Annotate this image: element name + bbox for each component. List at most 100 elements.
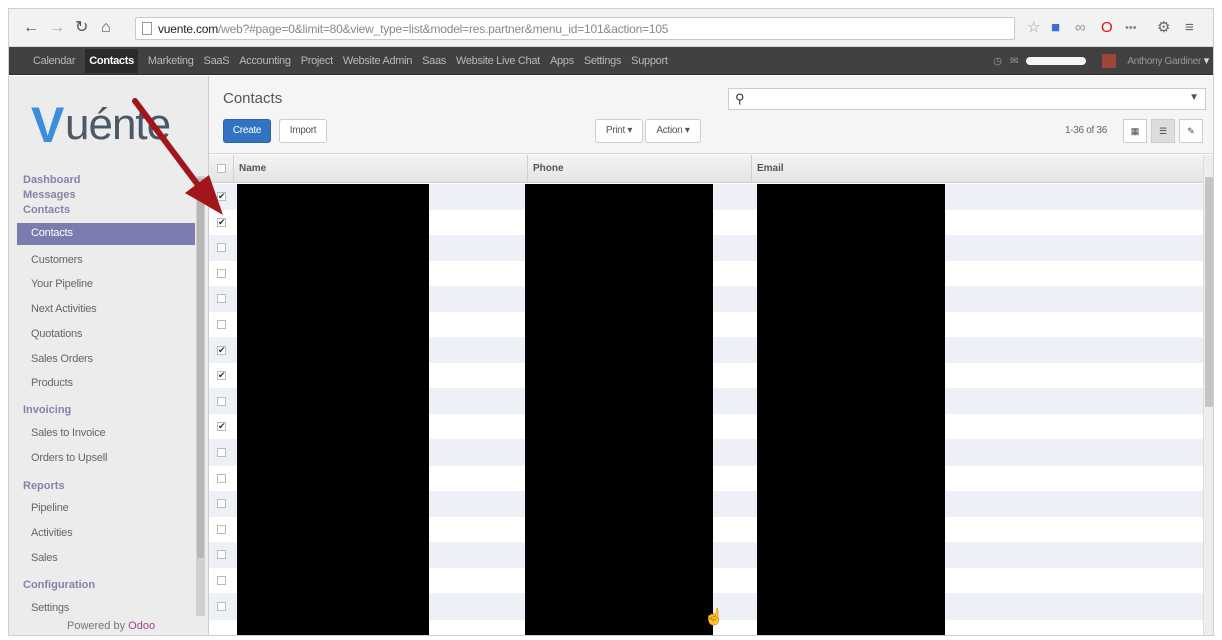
extension-3-icon[interactable]: ••• [1125,18,1137,38]
sidebar-item-products[interactable]: Products [31,377,73,389]
row-checkbox[interactable] [217,268,226,278]
row-checkbox[interactable] [217,294,226,304]
hand-cursor-icon: ☝ [704,609,724,626]
row-checkbox[interactable]: ✔ [217,422,226,432]
row-checkbox[interactable]: ✔ [217,345,226,355]
row-checkbox[interactable] [217,601,226,611]
sidebar-item-activities[interactable]: Activities [31,527,73,539]
menu-item-calendar[interactable]: Calendar [33,55,76,67]
menu-item-apps[interactable]: Apps [550,55,574,67]
search-icon: ⚲ [735,91,745,106]
form-view-icon[interactable]: ✎ [1179,119,1203,143]
sidebar-item-quotations[interactable]: Quotations [31,328,82,340]
sidebar-group-configuration[interactable]: Configuration [23,579,95,591]
back-icon[interactable]: ← [23,18,39,38]
sidebar-item-report-pipeline[interactable]: Pipeline [31,502,69,514]
opera-icon[interactable]: O [1101,18,1113,38]
url-text: vuente.com/web?#page=0&limit=80&view_typ… [158,22,668,36]
column-separator [751,155,752,183]
redacted-email-column [757,184,945,635]
sidebar-item-sales-to-invoice[interactable]: Sales to Invoice [31,427,106,439]
address-bar[interactable]: vuente.com/web?#page=0&limit=80&view_typ… [135,17,1015,40]
extension-2-icon[interactable]: ∞ [1075,18,1086,38]
star-icon[interactable]: ☆ [1027,18,1040,38]
sidebar-item-contacts[interactable]: Contacts [17,223,195,245]
action-dropdown[interactable]: Action ▾ [645,119,701,143]
print-dropdown[interactable]: Print ▾ [595,119,643,143]
row-checkbox[interactable] [217,499,226,509]
row-checkbox[interactable] [217,473,226,483]
create-button[interactable]: Create [223,119,271,143]
table-header: Name Phone Email [209,155,1203,183]
menu-item-website-admin[interactable]: Website Admin [343,55,413,67]
row-checkbox[interactable] [217,243,226,253]
menu-item-saas[interactable]: SaaS [204,55,230,67]
row-checkbox[interactable]: ✔ [217,217,226,227]
sidebar-item-settings[interactable]: Settings [31,602,69,614]
chat-icon[interactable]: ✉ [1010,56,1018,67]
sidebar-item-sales-orders[interactable]: Sales Orders [31,353,93,365]
column-email[interactable]: Email [757,163,784,174]
row-checkbox[interactable] [217,576,226,585]
forward-icon[interactable]: → [49,18,65,38]
row-checkbox[interactable] [217,550,226,560]
kanban-view-icon[interactable]: ▦ [1123,119,1147,143]
url-path: /web?#page=0&limit=80&view_type=list&mod… [218,22,669,36]
extension-icon[interactable]: ■ [1051,18,1060,38]
menu-item-marketing[interactable]: Marketing [148,55,194,67]
company-logo: V uénte [31,90,201,156]
row-checkbox[interactable] [217,396,226,406]
extension-4-icon[interactable]: ⚙ [1157,18,1170,38]
sidebar-item-next-activities[interactable]: Next Activities [31,303,97,315]
sidebar-item-sales[interactable]: Sales [31,552,58,564]
topbar-right: ◷ ✉ Anthony Gardiner ▾ [985,47,1209,75]
sidebar: V uénte Dashboard Messages Contacts Cont… [9,76,209,635]
pager[interactable]: 1-36 of 36 [1065,125,1107,136]
breadcrumb: Contacts [223,90,283,107]
list-view: Name Phone Email ✔ ✔ ✔ ✔ ✔ ☝ [209,155,1213,635]
row-checkbox[interactable]: ✔ [217,371,226,381]
row-checkbox[interactable] [217,320,226,329]
menu-item-accounting[interactable]: Accounting [239,55,291,67]
timer-icon[interactable]: ◷ [993,56,1002,67]
menu-item-website-live-chat[interactable]: Website Live Chat [456,55,540,67]
list-scroll-thumb[interactable] [1205,177,1213,407]
import-button[interactable]: Import [279,119,327,143]
search-input[interactable]: ⚲ ▼ [728,88,1206,110]
menu-item-contacts[interactable]: Contacts [85,49,138,73]
sidebar-group-contacts[interactable]: Contacts [23,204,70,216]
menu-icon[interactable]: ≡ [1185,18,1194,38]
sidebar-group-invoicing[interactable]: Invoicing [23,404,71,416]
column-name[interactable]: Name [239,163,266,174]
sidebar-item-messages[interactable]: Messages [23,189,76,201]
reload-icon[interactable]: ↻ [75,18,88,38]
column-phone[interactable]: Phone [533,163,564,174]
row-checkbox[interactable] [217,524,226,534]
app-menu-items: Calendar Contacts Marketing SaaS Accounting P… [33,47,678,75]
menu-item-settings[interactable]: Settings [584,55,622,67]
powered-brand[interactable]: Odoo [128,620,155,632]
menu-item-saas[interactable]: Saas [422,55,446,67]
menu-item-support[interactable]: Support [631,55,668,67]
sidebar-scroll-thumb[interactable] [197,178,204,558]
home-icon[interactable]: ⌂ [101,18,111,38]
status-bar [1026,57,1087,65]
sidebar-item-orders-to-upsell[interactable]: Orders to Upsell [31,452,107,464]
menu-item-project[interactable]: Project [301,55,333,67]
browser-toolbar: ← → ↻ ⌂ vuente.com/web?#page=0&limit=80&… [9,9,1213,47]
redacted-name-column [237,184,429,635]
list-view-icon[interactable]: ☰ [1151,119,1175,143]
sidebar-group-reports[interactable]: Reports [23,480,65,492]
sidebar-item-customers[interactable]: Customers [31,254,83,266]
select-all-checkbox[interactable] [217,164,226,173]
user-menu[interactable]: Anthony Gardiner ▾ [1094,54,1209,69]
sidebar-item-dashboard[interactable]: Dashboard [23,174,80,186]
logo-text: uénte [65,100,171,149]
search-dropdown-icon[interactable]: ▼ [1189,92,1199,103]
sidebar-item-pipeline[interactable]: Your Pipeline [31,278,93,290]
page-icon [142,22,152,35]
browser-window: ← → ↻ ⌂ vuente.com/web?#page=0&limit=80&… [8,8,1214,636]
row-checkbox[interactable]: ✔ [217,192,226,201]
column-separator [233,155,234,183]
row-checkbox[interactable] [217,448,226,457]
